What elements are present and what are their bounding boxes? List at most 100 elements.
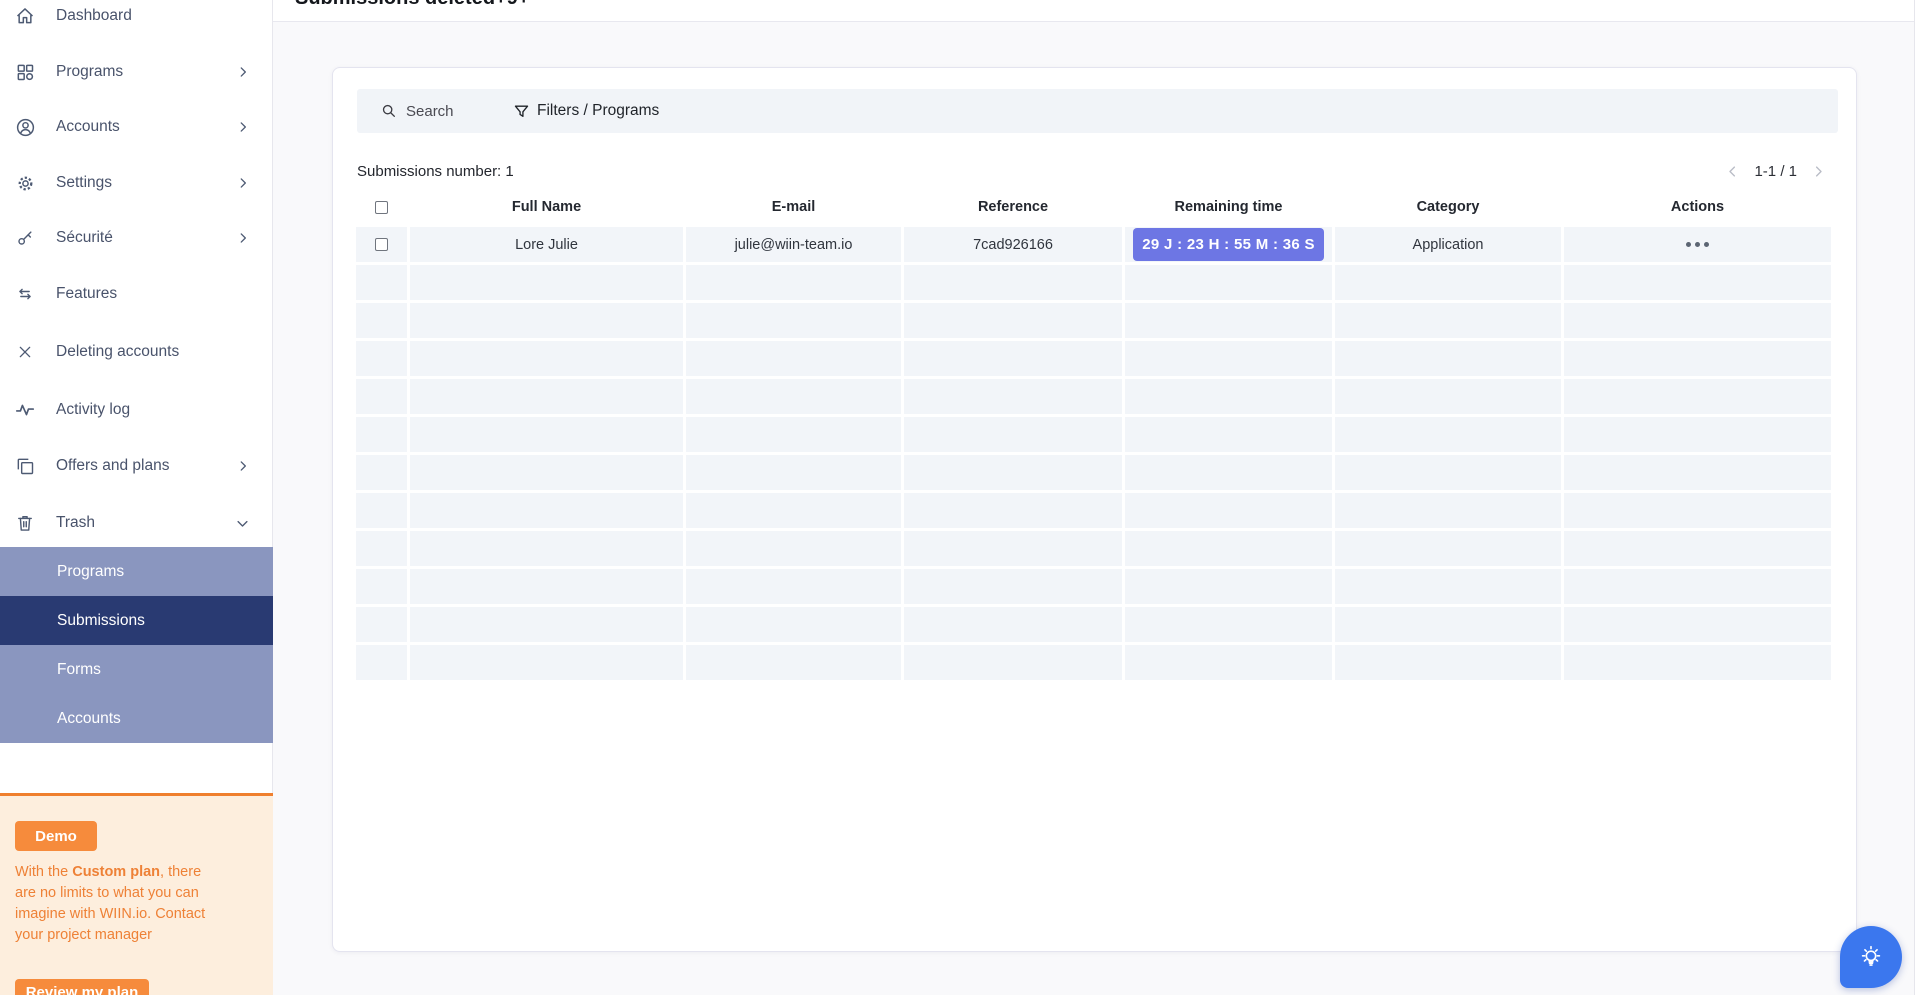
column-header-full-name: Full Name [410, 195, 683, 219]
submenu-item-label: Programs [57, 563, 124, 581]
sidebar-item-programs[interactable]: Programs [0, 52, 272, 92]
chevron-right-icon [236, 120, 250, 134]
table-row-empty [356, 303, 1834, 338]
table-cell-empty [686, 265, 901, 300]
table-cell-empty [410, 455, 683, 490]
sidebar-item-label: Activity log [56, 401, 130, 419]
actions-cell [1564, 227, 1831, 262]
table-cell-empty [356, 379, 407, 414]
sidebar-item-label: Programs [56, 63, 123, 81]
table-cell-empty [1335, 645, 1561, 680]
submenu-item-submissions[interactable]: Submissions [0, 596, 273, 645]
table-cell-empty [1564, 417, 1831, 452]
remaining-time-cell: 29 J : 23 H : 55 M : 36 S [1125, 227, 1332, 262]
lightbulb-icon [1857, 943, 1885, 971]
scrollbar-track[interactable] [1914, 0, 1919, 995]
search-input[interactable]: Search [381, 89, 454, 133]
column-header-category: Category [1335, 195, 1561, 219]
person-icon [14, 116, 36, 138]
table-cell-empty [1564, 607, 1831, 642]
table-cell-empty [686, 417, 901, 452]
sidebar-item-activity-log[interactable]: Activity log [0, 390, 272, 430]
table-cell-empty [904, 417, 1122, 452]
sidebar-item-offers-and-plans[interactable]: Offers and plans [0, 446, 272, 486]
submenu-item-accounts[interactable]: Accounts [0, 694, 273, 743]
table-cell-empty [410, 607, 683, 642]
table-cell-empty [410, 379, 683, 414]
email-cell: julie@wiin-team.io [686, 227, 901, 262]
sidebar-item-label: Offers and plans [56, 457, 169, 475]
sidebar-item-settings[interactable]: Settings [0, 163, 272, 203]
table-row[interactable]: Lore Julie julie@wiin-team.io 7cad926166… [356, 227, 1834, 262]
home-icon [14, 5, 36, 27]
table-cell-empty [1125, 607, 1332, 642]
search-filter-bar: Search Filters / Programs [357, 89, 1838, 133]
table-cell-empty [1125, 455, 1332, 490]
table-row-empty [356, 645, 1834, 680]
sidebar-item-features[interactable]: Features [0, 274, 272, 314]
promo-text-before: With the [15, 864, 72, 880]
row-checkbox-cell [356, 227, 407, 262]
table-cell-empty [1335, 531, 1561, 566]
sidebar-item-securite[interactable]: Sécurité [0, 218, 272, 258]
pagination: 1-1 / 1 [1725, 163, 1834, 180]
demo-button[interactable]: Demo [15, 821, 97, 851]
sidebar-item-accounts[interactable]: Accounts [0, 107, 272, 147]
remaining-time-badge: 29 J : 23 H : 55 M : 36 S [1133, 228, 1324, 261]
submenu-item-programs[interactable]: Programs [0, 547, 273, 596]
table-cell-empty [1335, 341, 1561, 376]
pagination-prev-icon[interactable] [1725, 164, 1740, 179]
table-cell-empty [356, 303, 407, 338]
table-cell-empty [904, 645, 1122, 680]
grid-icon [14, 61, 36, 83]
main-header: Submissions deleted+9+ [273, 0, 1919, 22]
sidebar-item-label: Features [56, 285, 117, 303]
table-cell-empty [1564, 265, 1831, 300]
table-row-empty [356, 417, 1834, 452]
table-cell-empty [1335, 303, 1561, 338]
table-cell-empty [1125, 303, 1332, 338]
help-fab-button[interactable] [1840, 926, 1902, 988]
row-actions-menu-icon[interactable] [1680, 236, 1715, 253]
category-cell: Application [1335, 227, 1561, 262]
gear-icon [14, 172, 36, 194]
table-cell-empty [1335, 417, 1561, 452]
table-cell-empty [1335, 455, 1561, 490]
table-cell-empty [1564, 341, 1831, 376]
table-cell-empty [410, 531, 683, 566]
sidebar-item-deleting-accounts[interactable]: Deleting accounts [0, 332, 272, 372]
filters-button[interactable]: Filters / Programs [513, 89, 659, 133]
table-row-empty [356, 493, 1834, 528]
table-cell-empty [904, 341, 1122, 376]
table-cell-empty [904, 455, 1122, 490]
table-cell-empty [356, 493, 407, 528]
review-my-plan-button[interactable]: Review my plan [15, 979, 149, 995]
table-cell-empty [1125, 569, 1332, 604]
search-placeholder: Search [406, 103, 454, 120]
table-row-empty [356, 455, 1834, 490]
chevron-right-icon [236, 459, 250, 473]
table-cell-empty [1125, 645, 1332, 680]
sidebar-item-label: Sécurité [56, 229, 113, 247]
chevron-right-icon [236, 176, 250, 190]
select-all-checkbox[interactable] [375, 201, 388, 214]
column-header-reference: Reference [904, 195, 1122, 219]
sidebar-item-dashboard[interactable]: Dashboard [0, 0, 272, 36]
filters-label: Filters / Programs [537, 102, 659, 120]
table-cell-empty [410, 417, 683, 452]
table-cell-empty [1335, 379, 1561, 414]
chevron-down-icon [235, 516, 250, 531]
submenu-item-forms[interactable]: Forms [0, 645, 273, 694]
row-checkbox[interactable] [375, 238, 388, 251]
submenu-item-label: Submissions [57, 612, 145, 630]
swap-arrows-icon [14, 283, 36, 305]
pagination-next-icon[interactable] [1811, 164, 1826, 179]
filter-funnel-icon [513, 103, 530, 120]
table-cell-empty [1564, 531, 1831, 566]
chevron-right-icon [236, 231, 250, 245]
table-cell-empty [686, 493, 901, 528]
table-cell-empty [356, 569, 407, 604]
table-cell-empty [904, 265, 1122, 300]
sidebar-item-trash[interactable]: Trash [0, 503, 272, 543]
table-cell-empty [1335, 493, 1561, 528]
